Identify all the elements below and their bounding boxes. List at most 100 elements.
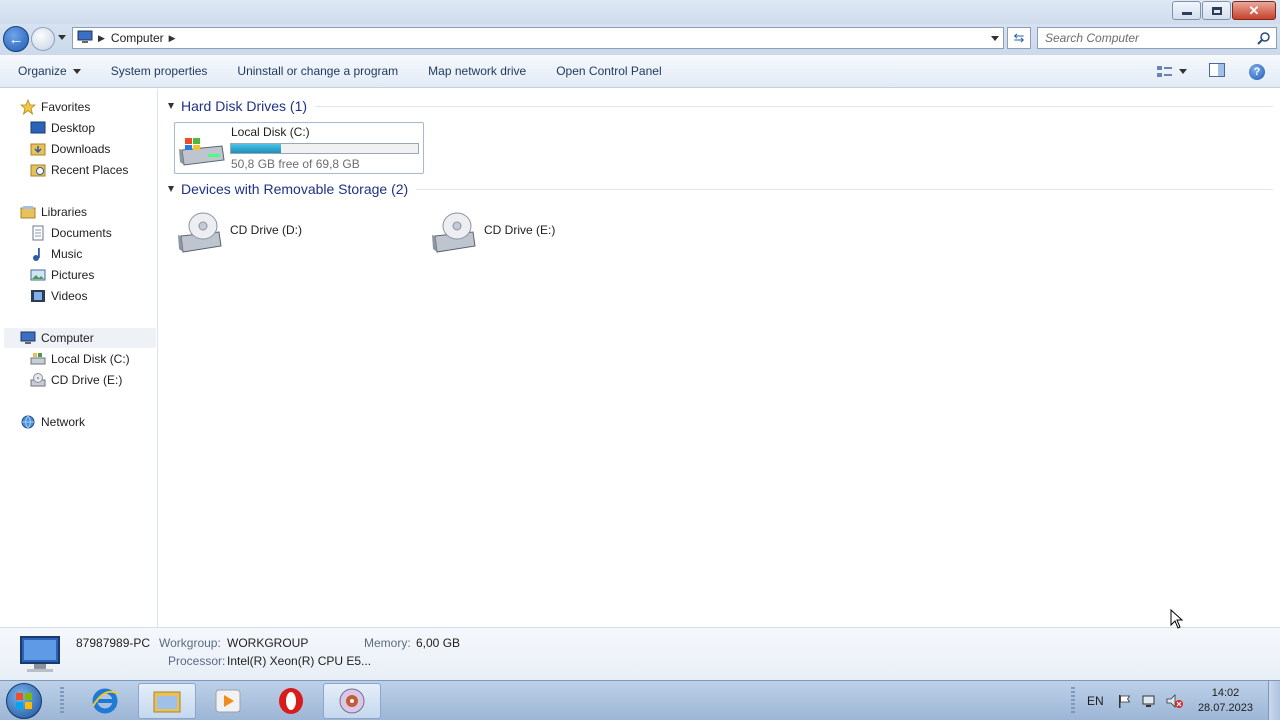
- title-bar: ✕: [0, 0, 1280, 24]
- cd-drive-icon: [30, 372, 46, 388]
- clock-date: 28.07.2023: [1197, 702, 1253, 714]
- star-icon: [20, 99, 36, 115]
- group-removable-storage[interactable]: Devices with Removable Storage (2): [168, 181, 1273, 197]
- workgroup-label: Workgroup:: [159, 636, 221, 650]
- taskbar-internet-explorer[interactable]: [76, 683, 134, 719]
- uninstall-program-button[interactable]: Uninstall or change a program: [222, 55, 413, 88]
- internet-explorer-icon: [92, 688, 119, 714]
- search-box[interactable]: [1037, 27, 1277, 49]
- window-controls: ✕: [1171, 1, 1276, 20]
- nav-pictures[interactable]: Pictures: [30, 265, 94, 285]
- breadcrumb-separator-icon[interactable]: ▶: [98, 33, 105, 44]
- volume-muted-icon[interactable]: [1166, 681, 1184, 720]
- close-icon: ✕: [1248, 3, 1260, 18]
- show-desktop-button[interactable]: [1268, 681, 1280, 720]
- nav-music[interactable]: Music: [30, 244, 82, 264]
- hard-drive-icon: [178, 132, 226, 171]
- processor-label: Processor:: [168, 654, 226, 668]
- memory-label: Memory:: [364, 636, 411, 650]
- drive-tile-c[interactable]: Local Disk (C:) 50,8 GB free of 69,8 GB: [174, 122, 424, 174]
- group-hard-disk-drives[interactable]: Hard Disk Drives (1): [168, 98, 1273, 114]
- nav-cd-drive-label: CD Drive (E:): [51, 373, 123, 387]
- back-button[interactable]: ←: [3, 26, 29, 52]
- action-center-flag-icon[interactable]: [1117, 681, 1133, 720]
- collapse-triangle-icon[interactable]: [168, 186, 174, 192]
- address-history-dropdown[interactable]: [991, 36, 999, 41]
- details-pane: 87987989-PC Workgroup: WORKGROUP Memory:…: [0, 627, 1280, 680]
- navigation-pane: Favorites Desktop Downloads Recent Place…: [0, 89, 158, 627]
- minimize-icon: [1181, 12, 1192, 15]
- nav-downloads-label: Downloads: [51, 142, 111, 156]
- forward-button[interactable]: [31, 27, 55, 51]
- nav-network[interactable]: Network: [20, 412, 85, 432]
- nav-cd-drive-e[interactable]: CD Drive (E:): [30, 370, 122, 390]
- taskbar: EN 14:02 28.07.2023: [0, 680, 1280, 720]
- recent-places-icon: [30, 162, 46, 178]
- taskbar-clock[interactable]: 14:02 28.07.2023: [1198, 686, 1253, 716]
- chevron-down-icon: [72, 68, 81, 74]
- drive-tile-e[interactable]: CD Drive (E:): [428, 205, 678, 257]
- nav-computer[interactable]: Computer: [4, 328, 156, 348]
- cd-drive-icon: [177, 208, 225, 259]
- hard-drive-icon: [30, 351, 46, 367]
- search-input[interactable]: [1038, 28, 1248, 48]
- nav-pictures-label: Pictures: [51, 268, 95, 282]
- minimize-button[interactable]: [1172, 1, 1201, 20]
- taskbar-windows-explorer[interactable]: [138, 683, 196, 719]
- close-button[interactable]: ✕: [1232, 1, 1276, 20]
- nav-libraries[interactable]: Libraries: [20, 202, 87, 222]
- map-network-drive-button[interactable]: Map network drive: [413, 55, 541, 88]
- maximize-button[interactable]: [1202, 1, 1231, 20]
- collapse-triangle-icon[interactable]: [168, 103, 174, 109]
- system-properties-button[interactable]: System properties: [96, 55, 223, 88]
- group-hard-disk-title: Hard Disk Drives (1): [181, 98, 308, 114]
- language-indicator[interactable]: EN: [1087, 681, 1104, 720]
- downloads-folder-icon: [30, 141, 46, 157]
- drive-tile-d[interactable]: CD Drive (D:): [174, 205, 424, 257]
- change-view-button[interactable]: [1157, 65, 1187, 79]
- nav-favorites[interactable]: Favorites: [20, 97, 90, 117]
- memory-value: 6,00 GB: [416, 636, 461, 650]
- computer-large-icon: [17, 635, 63, 678]
- cd-burner-icon: [339, 688, 365, 714]
- nav-desktop[interactable]: Desktop: [30, 118, 95, 138]
- address-bar[interactable]: ▶ Computer ▶: [72, 27, 1004, 49]
- search-icon[interactable]: [1257, 31, 1271, 48]
- nav-videos[interactable]: Videos: [30, 286, 87, 306]
- maximize-icon: [1211, 6, 1222, 15]
- music-icon: [30, 246, 46, 262]
- breadcrumb-computer[interactable]: Computer: [111, 31, 164, 45]
- organize-button[interactable]: Organize: [0, 55, 96, 88]
- tray-grip[interactable]: [1071, 687, 1075, 715]
- clock-time: 14:02: [1211, 687, 1240, 699]
- taskbar-grip[interactable]: [60, 687, 64, 715]
- breadcrumb-chevron-icon[interactable]: ▶: [169, 33, 176, 44]
- nav-local-disk-c[interactable]: Local Disk (C:): [30, 349, 130, 369]
- address-row: ← ▶ Computer ▶ ⇆: [0, 24, 1280, 55]
- workgroup-value: WORKGROUP: [227, 636, 309, 650]
- network-tray-icon[interactable]: [1142, 681, 1158, 720]
- arrow-left-icon: ←: [8, 30, 24, 48]
- help-icon: ?: [1253, 65, 1261, 78]
- nav-documents[interactable]: Documents: [30, 223, 112, 243]
- start-button[interactable]: [6, 683, 42, 719]
- recent-pages-dropdown[interactable]: [58, 35, 66, 40]
- documents-icon: [30, 225, 46, 241]
- view-dropdown-icon[interactable]: [1179, 69, 1187, 74]
- drive-c-free-space: 50,8 GB free of 69,8 GB: [231, 157, 360, 171]
- nav-videos-label: Videos: [51, 289, 88, 303]
- taskbar-media-player[interactable]: [199, 683, 257, 719]
- preview-pane-button[interactable]: [1209, 63, 1225, 80]
- processor-value: Intel(R) Xeon(R) CPU E5...: [227, 654, 372, 668]
- refresh-button[interactable]: ⇆: [1007, 27, 1031, 49]
- computer-nav-icon: [20, 330, 36, 346]
- open-control-panel-button[interactable]: Open Control Panel: [541, 55, 676, 88]
- opera-icon: [279, 688, 303, 714]
- help-button[interactable]: ?: [1249, 63, 1265, 80]
- computer-icon: [77, 30, 93, 47]
- nav-downloads[interactable]: Downloads: [30, 139, 110, 159]
- preview-pane-icon: [1209, 63, 1225, 77]
- nav-recent-places[interactable]: Recent Places: [30, 160, 128, 180]
- taskbar-cd-burner[interactable]: [323, 683, 381, 719]
- taskbar-opera[interactable]: [262, 683, 320, 719]
